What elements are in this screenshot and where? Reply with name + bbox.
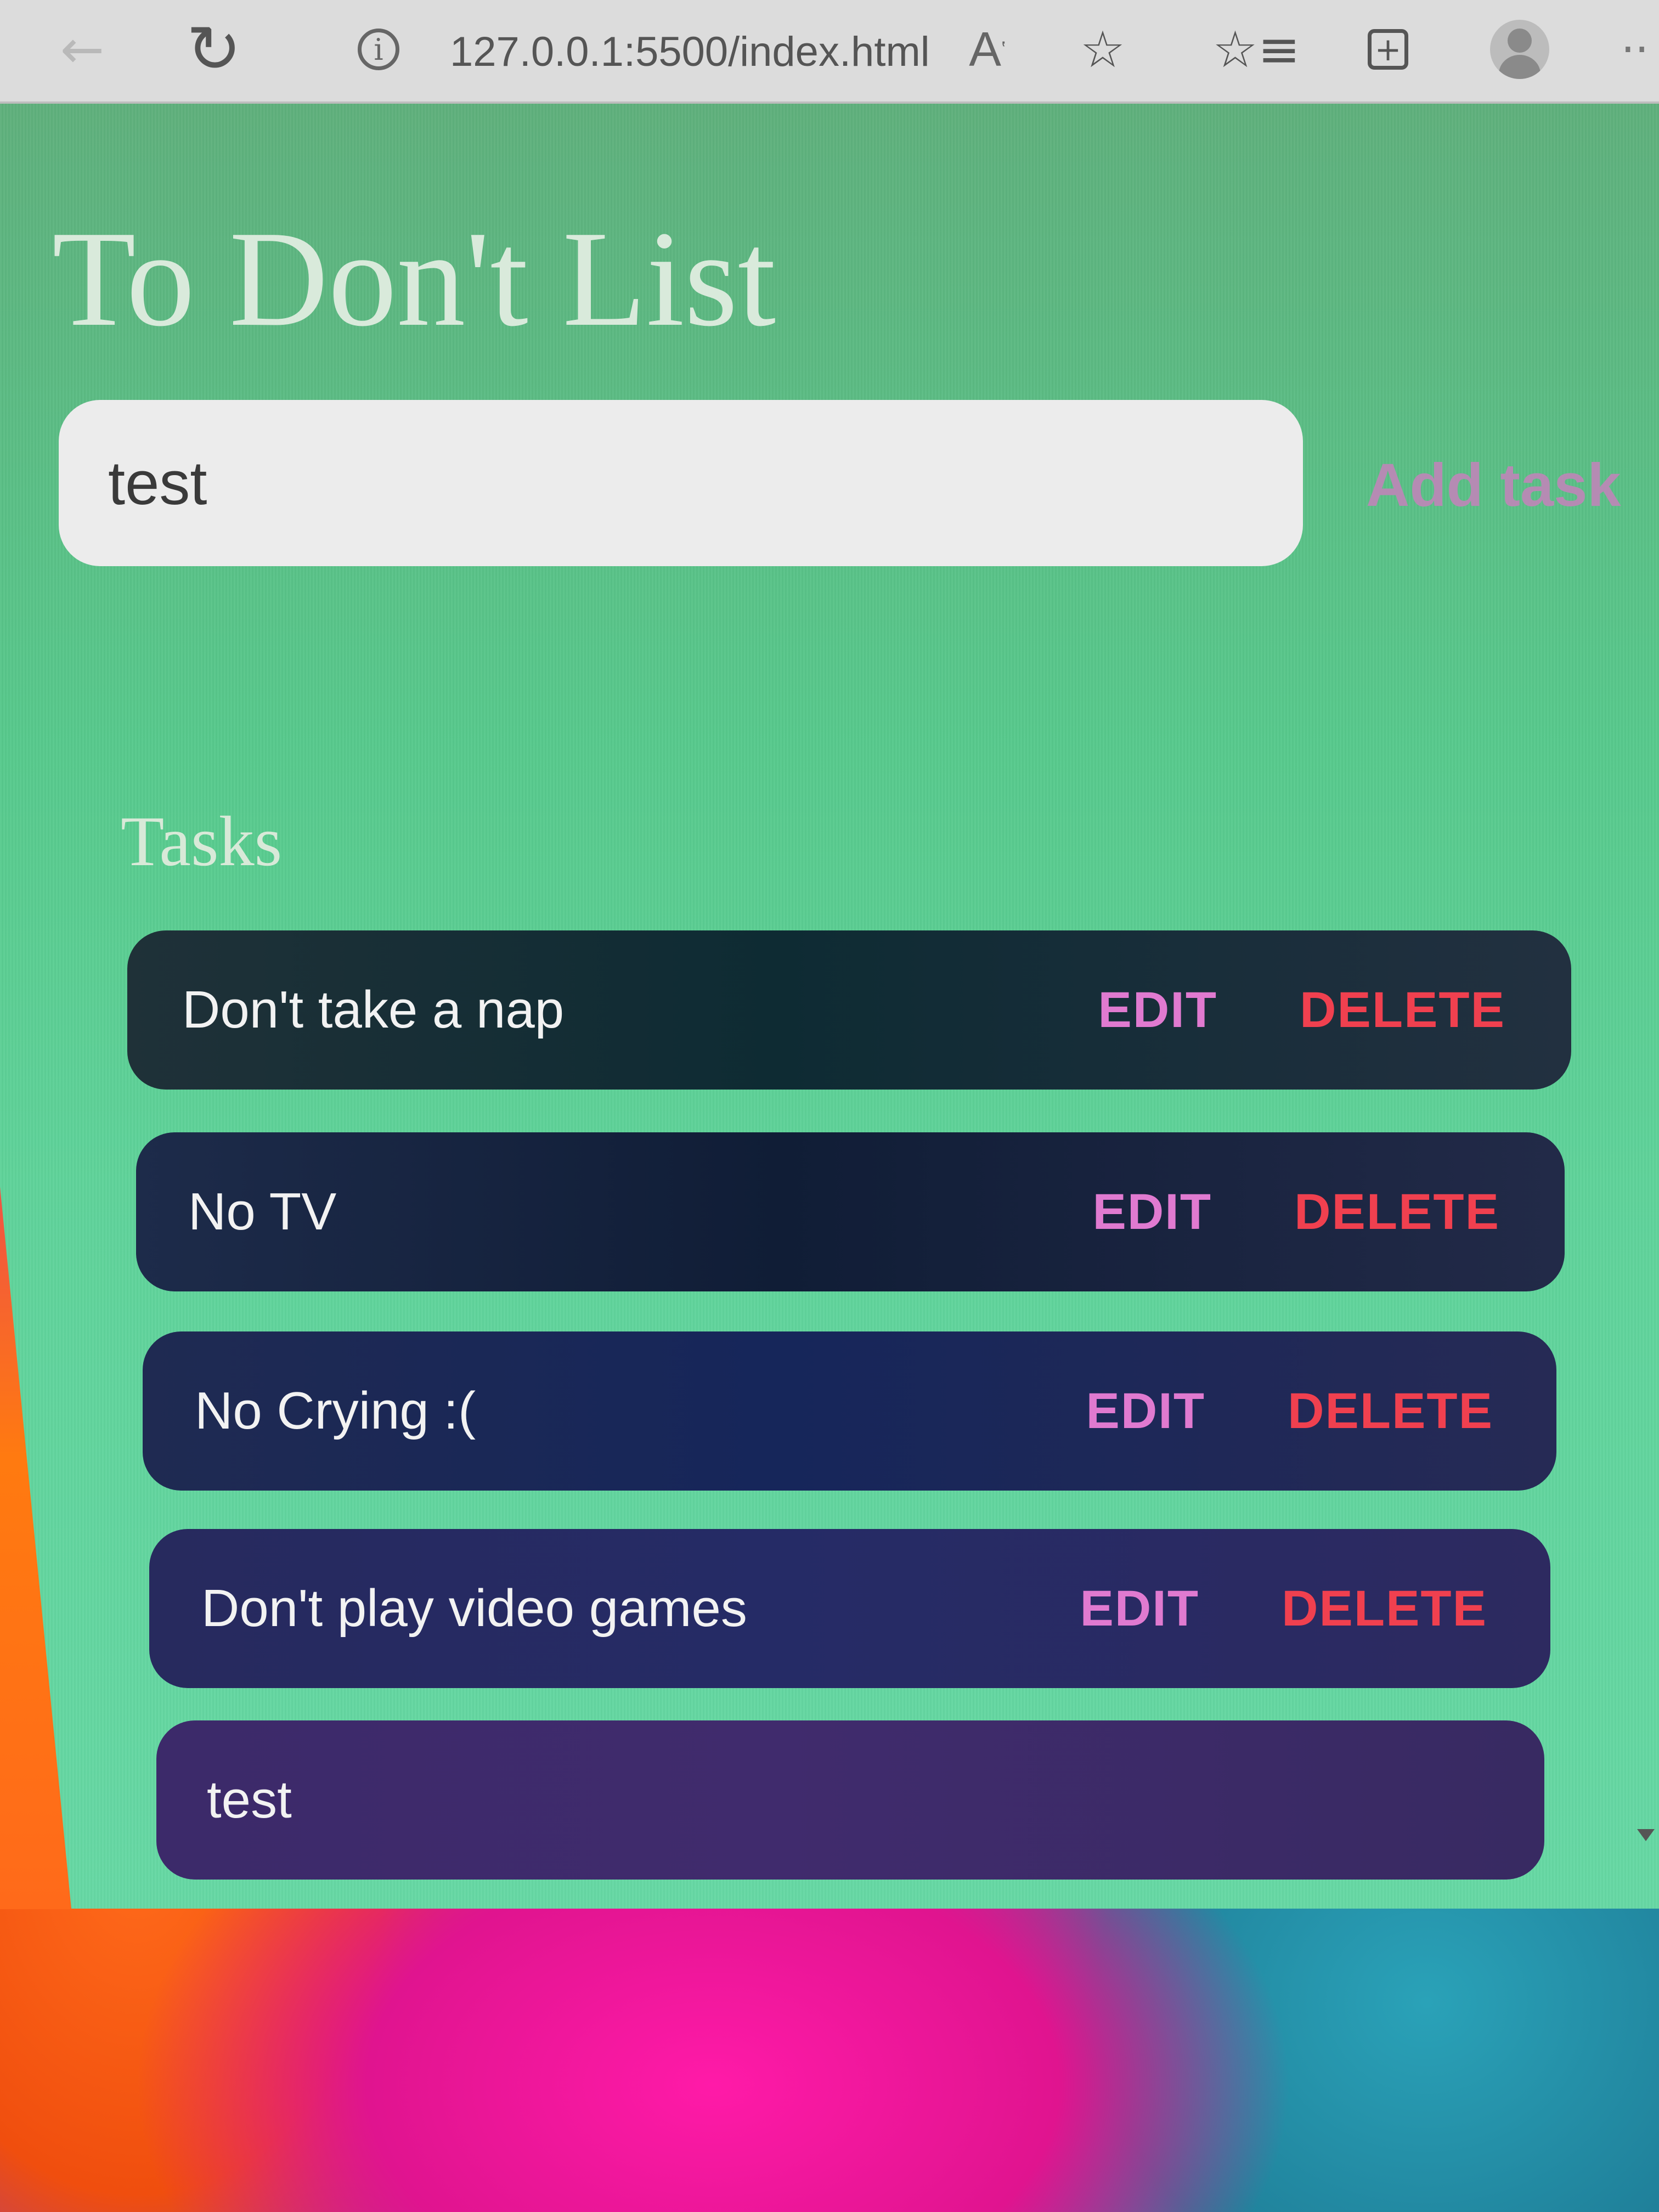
task-text: No Crying :( [195,1381,476,1440]
reload-icon[interactable]: ↻ [181,12,247,88]
favorites-list-icon[interactable]: ☆≡ [1212,16,1300,82]
edit-button[interactable]: EDIT [1093,1183,1212,1241]
avatar [1490,20,1549,79]
edit-button[interactable]: EDIT [1080,1580,1200,1638]
edit-button[interactable]: EDIT [1086,1383,1206,1440]
task-text: No TV [188,1182,337,1241]
task-row: No Crying :( EDIT DELETE [143,1331,1556,1491]
task-row: test [156,1720,1544,1880]
read-aloud-icon[interactable]: A ‛ [955,16,1020,82]
read-aloud-label: A [969,22,1001,76]
star-plus-icon[interactable]: ☆ [1070,16,1136,82]
task-row: Don't play video games EDIT DELETE [149,1529,1550,1688]
collections-box-icon: + [1368,29,1408,70]
task-text: test [207,1770,292,1829]
task-row: Don't take a nap EDIT DELETE [127,930,1571,1090]
delete-button[interactable]: DELETE [1282,1580,1487,1638]
back-arrow-icon[interactable]: ← [49,16,115,82]
task-list: Don't take a nap EDIT DELETE No TV EDIT … [0,104,1659,1909]
delete-button[interactable]: DELETE [1288,1383,1493,1440]
task-row: No TV EDIT DELETE [136,1132,1565,1291]
info-icon[interactable]: i [346,16,411,82]
delete-button[interactable]: DELETE [1300,981,1505,1039]
more-icon[interactable]: ·· [1602,16,1659,82]
page-viewport: To Don't List Add task Tasks Don't take … [0,104,1659,1909]
info-circle-icon: i [358,29,399,70]
collections-icon[interactable]: + [1355,16,1421,82]
address-bar[interactable]: 127.0.0.1:5500/index.html [450,19,930,85]
edit-button[interactable]: EDIT [1098,981,1218,1039]
browser-toolbar: ← ↻ i 127.0.0.1:5500/index.html A ‛ ☆ ☆≡ … [0,0,1659,104]
task-text: Don't take a nap [182,980,565,1039]
delete-button[interactable]: DELETE [1294,1183,1500,1241]
task-text: Don't play video games [201,1579,747,1638]
profile-avatar-icon[interactable] [1487,16,1553,82]
scroll-down-arrow-icon[interactable] [1637,1829,1655,1841]
